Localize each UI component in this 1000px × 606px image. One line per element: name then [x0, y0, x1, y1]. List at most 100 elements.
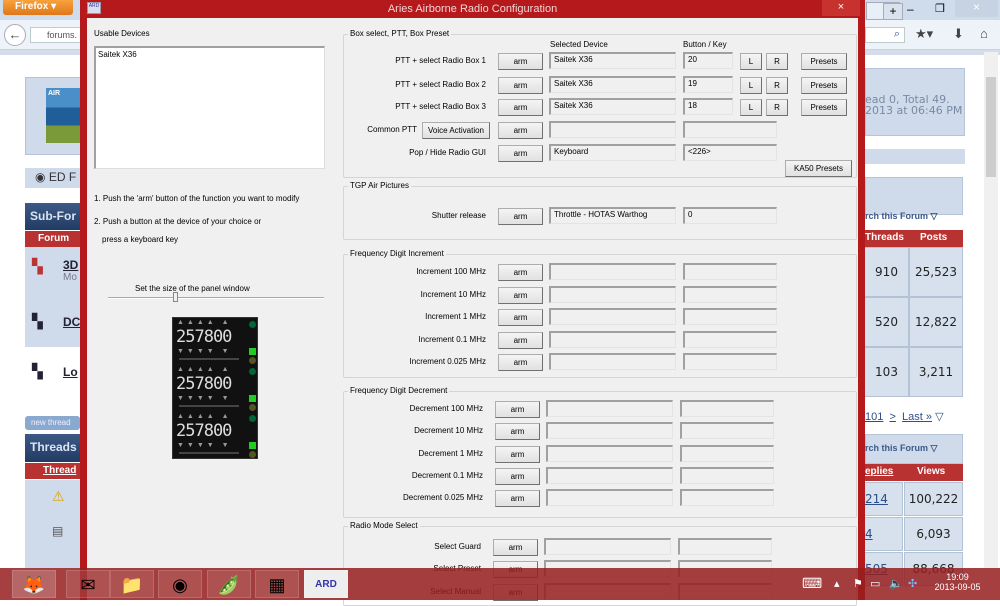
replies-col[interactable]: eplies	[865, 466, 893, 477]
presets-button[interactable]: Presets	[801, 77, 847, 94]
last-page-link[interactable]: Last »	[902, 411, 932, 423]
presets-button[interactable]: Presets	[801, 53, 847, 70]
ptt-radio-box-1-label: PTT + select Radio Box 1	[395, 56, 486, 65]
increment-row-arm-button[interactable]: arm	[498, 309, 543, 326]
control-panel-icon[interactable]: ▦	[255, 570, 299, 598]
decrement-arrows[interactable]: ▼▼▼▼ ▼	[177, 348, 232, 355]
increment-row-arm-button[interactable]: arm	[498, 264, 543, 281]
increment-arrows[interactable]: ▲▲▲▲ ▲	[177, 366, 232, 373]
presets-button[interactable]: Presets	[801, 99, 847, 116]
increment-arrows[interactable]: ▲▲▲▲ ▲	[177, 413, 232, 420]
forum-link[interactable]: DC	[63, 315, 80, 329]
decrement-row-arm-button[interactable]: arm	[495, 468, 540, 485]
window-close-button[interactable]: ×	[955, 0, 998, 17]
left-button[interactable]: L	[740, 53, 762, 70]
right-button[interactable]: R	[766, 77, 788, 94]
next-page-link[interactable]: >	[889, 411, 895, 423]
common-ptt-arm-button[interactable]: arm	[498, 122, 543, 139]
scrollbar[interactable]	[984, 52, 998, 568]
minimize-button[interactable]: –	[907, 2, 914, 16]
increment-row-arm-button[interactable]: arm	[498, 354, 543, 371]
mode-row-label: Select Guard	[434, 542, 481, 551]
clock-time: 19:09	[946, 572, 969, 582]
views-col[interactable]: Views	[917, 466, 945, 477]
peazip-icon[interactable]: 🫛	[207, 570, 251, 598]
volume-slider[interactable]	[179, 358, 239, 360]
mode-row-arm-button[interactable]: arm	[493, 539, 538, 556]
search-forum-link[interactable]: rch this Forum ▽	[865, 443, 937, 454]
ard-icon[interactable]: ARD	[304, 570, 348, 598]
increment-arrows[interactable]: ▲▲▲▲ ▲	[177, 319, 232, 326]
file-explorer-icon[interactable]: 📁	[110, 570, 154, 598]
breadcrumb[interactable]: ◉ ED F	[25, 168, 85, 188]
forum-icon: ▚	[32, 313, 43, 329]
decrement-row-arm-button[interactable]: arm	[495, 446, 540, 463]
usable-devices-list[interactable]: Saitek X36	[94, 46, 325, 169]
panel-size-slider[interactable]	[108, 292, 324, 302]
network-icon[interactable]: ▭	[870, 577, 880, 590]
status-led	[249, 415, 256, 422]
decrement-row-arm-button[interactable]: arm	[495, 490, 540, 507]
firefox-icon[interactable]: 🦊	[12, 570, 56, 598]
chrome-icon[interactable]: ◉	[158, 570, 202, 598]
slider-thumb[interactable]	[172, 292, 178, 302]
left-button[interactable]: L	[740, 99, 762, 116]
button-key-header: Button / Key	[683, 40, 727, 49]
action-center-flag-icon[interactable]: ⚑	[853, 577, 863, 590]
search-forum-link[interactable]: rch this Forum ▽	[865, 211, 937, 222]
search-icon[interactable]: ⌕	[865, 27, 905, 43]
firefox-menu-button[interactable]: Firefox ▾	[3, 0, 73, 15]
pager-menu-icon[interactable]: ▽	[935, 411, 943, 423]
replies-count[interactable]: 214	[865, 482, 903, 516]
keyboard-icon[interactable]: ⌨	[802, 575, 822, 592]
ka50-presets-button[interactable]: KA50 Presets	[785, 160, 852, 177]
clock[interactable]: 19:09 2013-09-05	[930, 572, 985, 592]
new-thread-button[interactable]: new thread	[25, 416, 80, 430]
right-button[interactable]: R	[766, 99, 788, 116]
voice-activation-button[interactable]: Voice Activation	[422, 122, 490, 139]
ptt-radio-box-3-arm-button[interactable]: arm	[498, 99, 543, 116]
increment-row-device-field	[549, 308, 676, 325]
decrement-row-label: Decrement 0.025 MHz	[402, 493, 483, 502]
home-icon[interactable]: ⌂	[980, 26, 988, 41]
decrement-row-arm-button[interactable]: arm	[495, 423, 540, 440]
ptt-radio-box-2-device-field: Saitek X36	[549, 76, 676, 93]
ptt-radio-box-2-arm-button[interactable]: arm	[498, 77, 543, 94]
decrement-row-arm-button[interactable]: arm	[495, 401, 540, 418]
decrement-row-label: Decrement 1 MHz	[418, 449, 483, 458]
back-button-icon[interactable]: ←	[4, 24, 26, 46]
download-icon[interactable]: ⬇	[953, 26, 964, 42]
pager: 101 > Last » ▽	[865, 410, 944, 423]
shutter-release-arm-button[interactable]: arm	[498, 208, 543, 225]
increment-row-arm-button[interactable]: arm	[498, 332, 543, 349]
breadcrumb-bar-right	[865, 149, 965, 164]
volume-slider[interactable]	[179, 405, 239, 407]
dropbox-icon[interactable]: ✣	[908, 577, 917, 590]
replies-count[interactable]: 4	[865, 517, 903, 551]
dialog-close-button[interactable]: ×	[822, 0, 860, 16]
new-tab-button[interactable]: +	[883, 3, 903, 20]
bookmarks-icon[interactable]: ★▾	[915, 26, 933, 42]
page-link[interactable]: 101	[865, 411, 883, 423]
maximize-button[interactable]: ❐	[935, 2, 945, 15]
ptt-radio-box-1-arm-button[interactable]: arm	[498, 53, 543, 70]
list-item[interactable]: Saitek X36	[98, 50, 322, 59]
increment-row-arm-button[interactable]: arm	[498, 287, 543, 304]
left-button[interactable]: L	[740, 77, 762, 94]
right-button[interactable]: R	[766, 53, 788, 70]
thread-col-header[interactable]: Thread	[25, 463, 85, 479]
ptt-radio-box-3-device-field: Saitek X36	[549, 98, 676, 115]
forum-tools	[865, 177, 963, 215]
decrement-arrows[interactable]: ▼▼▼▼ ▼	[177, 442, 232, 449]
forum-link[interactable]: Lo	[63, 365, 78, 379]
decrement-arrows[interactable]: ▼▼▼▼ ▼	[177, 395, 232, 402]
volume-slider[interactable]	[179, 452, 239, 454]
thunderbird-icon[interactable]: ✉	[66, 570, 110, 598]
show-hidden-icons[interactable]: ▴	[834, 577, 840, 590]
window-title: Aries Airborne Radio Configuration	[387, 3, 558, 15]
pop-hide-gui-arm-button[interactable]: arm	[498, 145, 543, 162]
forum-link[interactable]: 3D	[63, 258, 78, 272]
mode-row-device-field	[544, 538, 671, 555]
volume-icon[interactable]: 🔈	[889, 577, 903, 590]
ptt-radio-box-3-key-field: 18	[683, 98, 733, 115]
